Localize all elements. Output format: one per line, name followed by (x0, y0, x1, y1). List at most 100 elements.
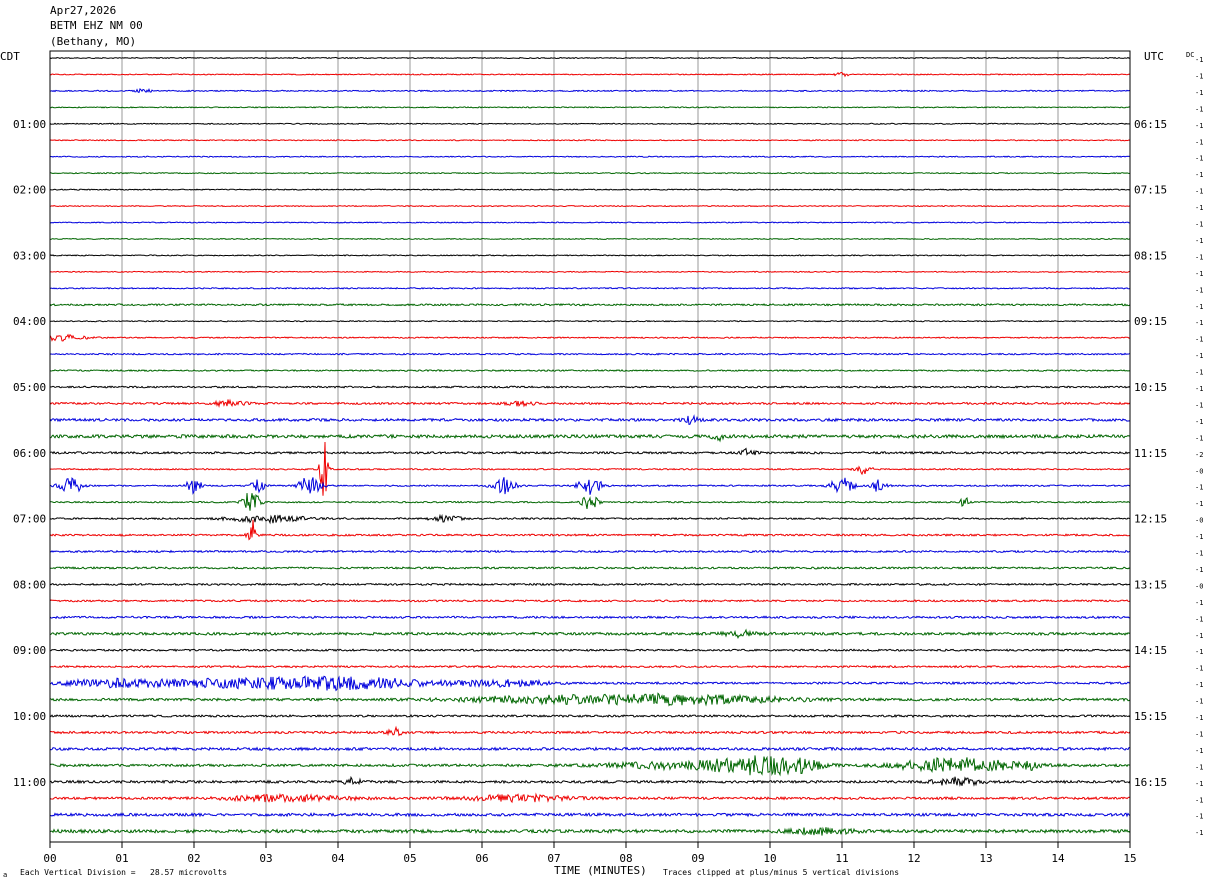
trace-row-7 (50, 172, 1131, 175)
dc-offset-row-6: -1 (1195, 155, 1203, 163)
trace-row-29 (49, 519, 1131, 541)
dc-offset-row-12: -1 (1195, 253, 1203, 261)
dc-offset-row-39: -1 (1195, 698, 1203, 706)
trace-row-3 (50, 106, 1131, 109)
dc-offset-row-9: -1 (1195, 204, 1203, 212)
x-tick-label-11: 11 (835, 852, 848, 865)
dc-offset-row-11: -1 (1195, 237, 1203, 245)
right-hour-label-14:15: 14:15 (1134, 644, 1167, 657)
trace-row-4 (49, 122, 1131, 125)
dc-offset-row-2: -1 (1195, 89, 1203, 97)
right-hour-labels: 06:15 07:15 08:15 09:15 10:15 11:15 12:15 13:15… (1134, 118, 1167, 789)
right-hour-label-11:15: 11:15 (1134, 447, 1167, 460)
left-hour-label-10:00: 10:00 (13, 710, 46, 723)
dc-offset-row-34: -1 (1195, 615, 1203, 623)
dc-offset-row-38: -1 (1195, 681, 1203, 689)
dc-offset-row-36: -1 (1195, 648, 1203, 656)
dc-offset-row-47: -1 (1195, 829, 1203, 837)
right-hour-label-07:15: 07:15 (1134, 184, 1167, 197)
trace-row-22 (49, 414, 1131, 425)
dc-offset-row-44: -1 (1195, 780, 1203, 788)
trace-layer (49, 56, 1131, 836)
dc-offset-row-7: -1 (1195, 171, 1203, 179)
x-axis-ticks: 00 01 02 03 04 05 06 07 08 09 10 11 12 13 14 15 (43, 842, 1137, 865)
dc-offset-row-31: -1 (1195, 566, 1203, 574)
trace-row-11 (49, 237, 1131, 241)
dc-offset-row-22: -1 (1195, 418, 1203, 426)
trace-row-21 (49, 398, 1131, 408)
dc-offset-row-14: -1 (1195, 286, 1203, 294)
x-tick-label-01: 01 (115, 852, 128, 865)
dc-offset-row-19: -1 (1195, 369, 1203, 377)
trace-row-19 (49, 369, 1131, 372)
dc-offset-row-40: -1 (1195, 714, 1203, 722)
dc-offset-row-41: -1 (1195, 730, 1203, 738)
plot-frame (49, 50, 1131, 843)
trace-row-28 (49, 513, 1131, 525)
dc-offset-row-17: -1 (1195, 336, 1203, 344)
dc-offset-row-16: -1 (1195, 319, 1203, 327)
trace-row-2 (49, 87, 1131, 94)
trace-row-18 (49, 352, 1131, 356)
trace-row-47 (49, 826, 1131, 836)
x-tick-label-00: 00 (43, 852, 56, 865)
trace-row-1 (49, 72, 1131, 78)
trace-row-34 (49, 615, 1131, 620)
left-hour-label-09:00: 09:00 (13, 644, 46, 657)
dc-offset-row-29: -1 (1195, 533, 1203, 541)
left-hour-label-07:00: 07:00 (13, 513, 46, 526)
dc-offset-row-21: -1 (1195, 401, 1203, 409)
left-hour-label-03:00: 03:00 (13, 249, 46, 262)
dc-offset-row-24: -2 (1195, 451, 1203, 459)
x-tick-label-10: 10 (763, 852, 776, 865)
dc-offset-row-26: -1 (1195, 484, 1203, 492)
trace-row-10 (49, 221, 1130, 224)
left-hour-label-02:00: 02:00 (13, 184, 46, 197)
dc-offset-row-35: -1 (1195, 632, 1203, 640)
right-hour-label-15:15: 15:15 (1134, 710, 1167, 723)
scale-note: Each Vertical Division = 28.57 microvolt… (20, 868, 227, 877)
dc-offset-row-32: -0 (1195, 582, 1203, 590)
left-hour-label-05:00: 05:00 (13, 381, 46, 394)
right-hour-label-08:15: 08:15 (1134, 249, 1167, 262)
trace-row-17 (49, 333, 1131, 342)
trace-row-16 (49, 320, 1131, 323)
trace-row-8 (49, 188, 1131, 191)
dc-offset-labels: -1 -1 -1 -1 -1 -1 -1 -1 -1 -1 -1 -1 -1 -1 -1 -1 -1 -1 -1 -1… (1195, 56, 1203, 837)
trace-row-43 (49, 755, 1131, 777)
trace-row-37 (49, 664, 1131, 669)
dc-offset-row-10: -1 (1195, 221, 1203, 229)
trace-row-14 (49, 286, 1131, 290)
dc-offset-row-0: -1 (1195, 56, 1203, 64)
clip-note: Traces clipped at plus/minus 5 vertical … (663, 868, 899, 877)
trace-row-38 (49, 675, 1131, 692)
trace-row-5 (49, 139, 1131, 142)
dc-label: DC (1186, 51, 1194, 59)
trace-row-20 (49, 385, 1131, 389)
right-hour-label-09:15: 09:15 (1134, 315, 1167, 328)
trace-row-9 (49, 204, 1131, 208)
trace-row-13 (49, 270, 1131, 273)
trace-row-12 (49, 254, 1131, 257)
x-tick-label-15: 15 (1123, 852, 1136, 865)
corner-mark: a (3, 871, 7, 879)
trace-row-44 (49, 775, 1131, 787)
x-tick-label-14: 14 (1051, 852, 1065, 865)
dc-offset-row-30: -1 (1195, 550, 1203, 558)
dc-offset-row-33: -1 (1195, 599, 1203, 607)
trace-row-6 (49, 155, 1131, 158)
dc-offset-row-27: -1 (1195, 500, 1203, 508)
dc-offset-row-18: -1 (1195, 352, 1203, 360)
right-hour-label-12:15: 12:15 (1134, 513, 1167, 526)
right-timezone-label: UTC (1144, 50, 1164, 63)
trace-row-26 (49, 477, 1131, 495)
dc-offset-row-28: -0 (1195, 517, 1203, 525)
left-timezone-label: CDT (0, 50, 20, 63)
x-tick-label-09: 09 (691, 852, 704, 865)
dc-offset-row-23: -1 (1195, 434, 1203, 442)
trace-row-45 (49, 792, 1131, 804)
dc-offset-row-37: -1 (1195, 665, 1203, 673)
x-axis-label: TIME (MINUTES) (554, 864, 647, 877)
dc-offset-row-42: -1 (1195, 747, 1203, 755)
trace-row-41 (49, 725, 1131, 737)
